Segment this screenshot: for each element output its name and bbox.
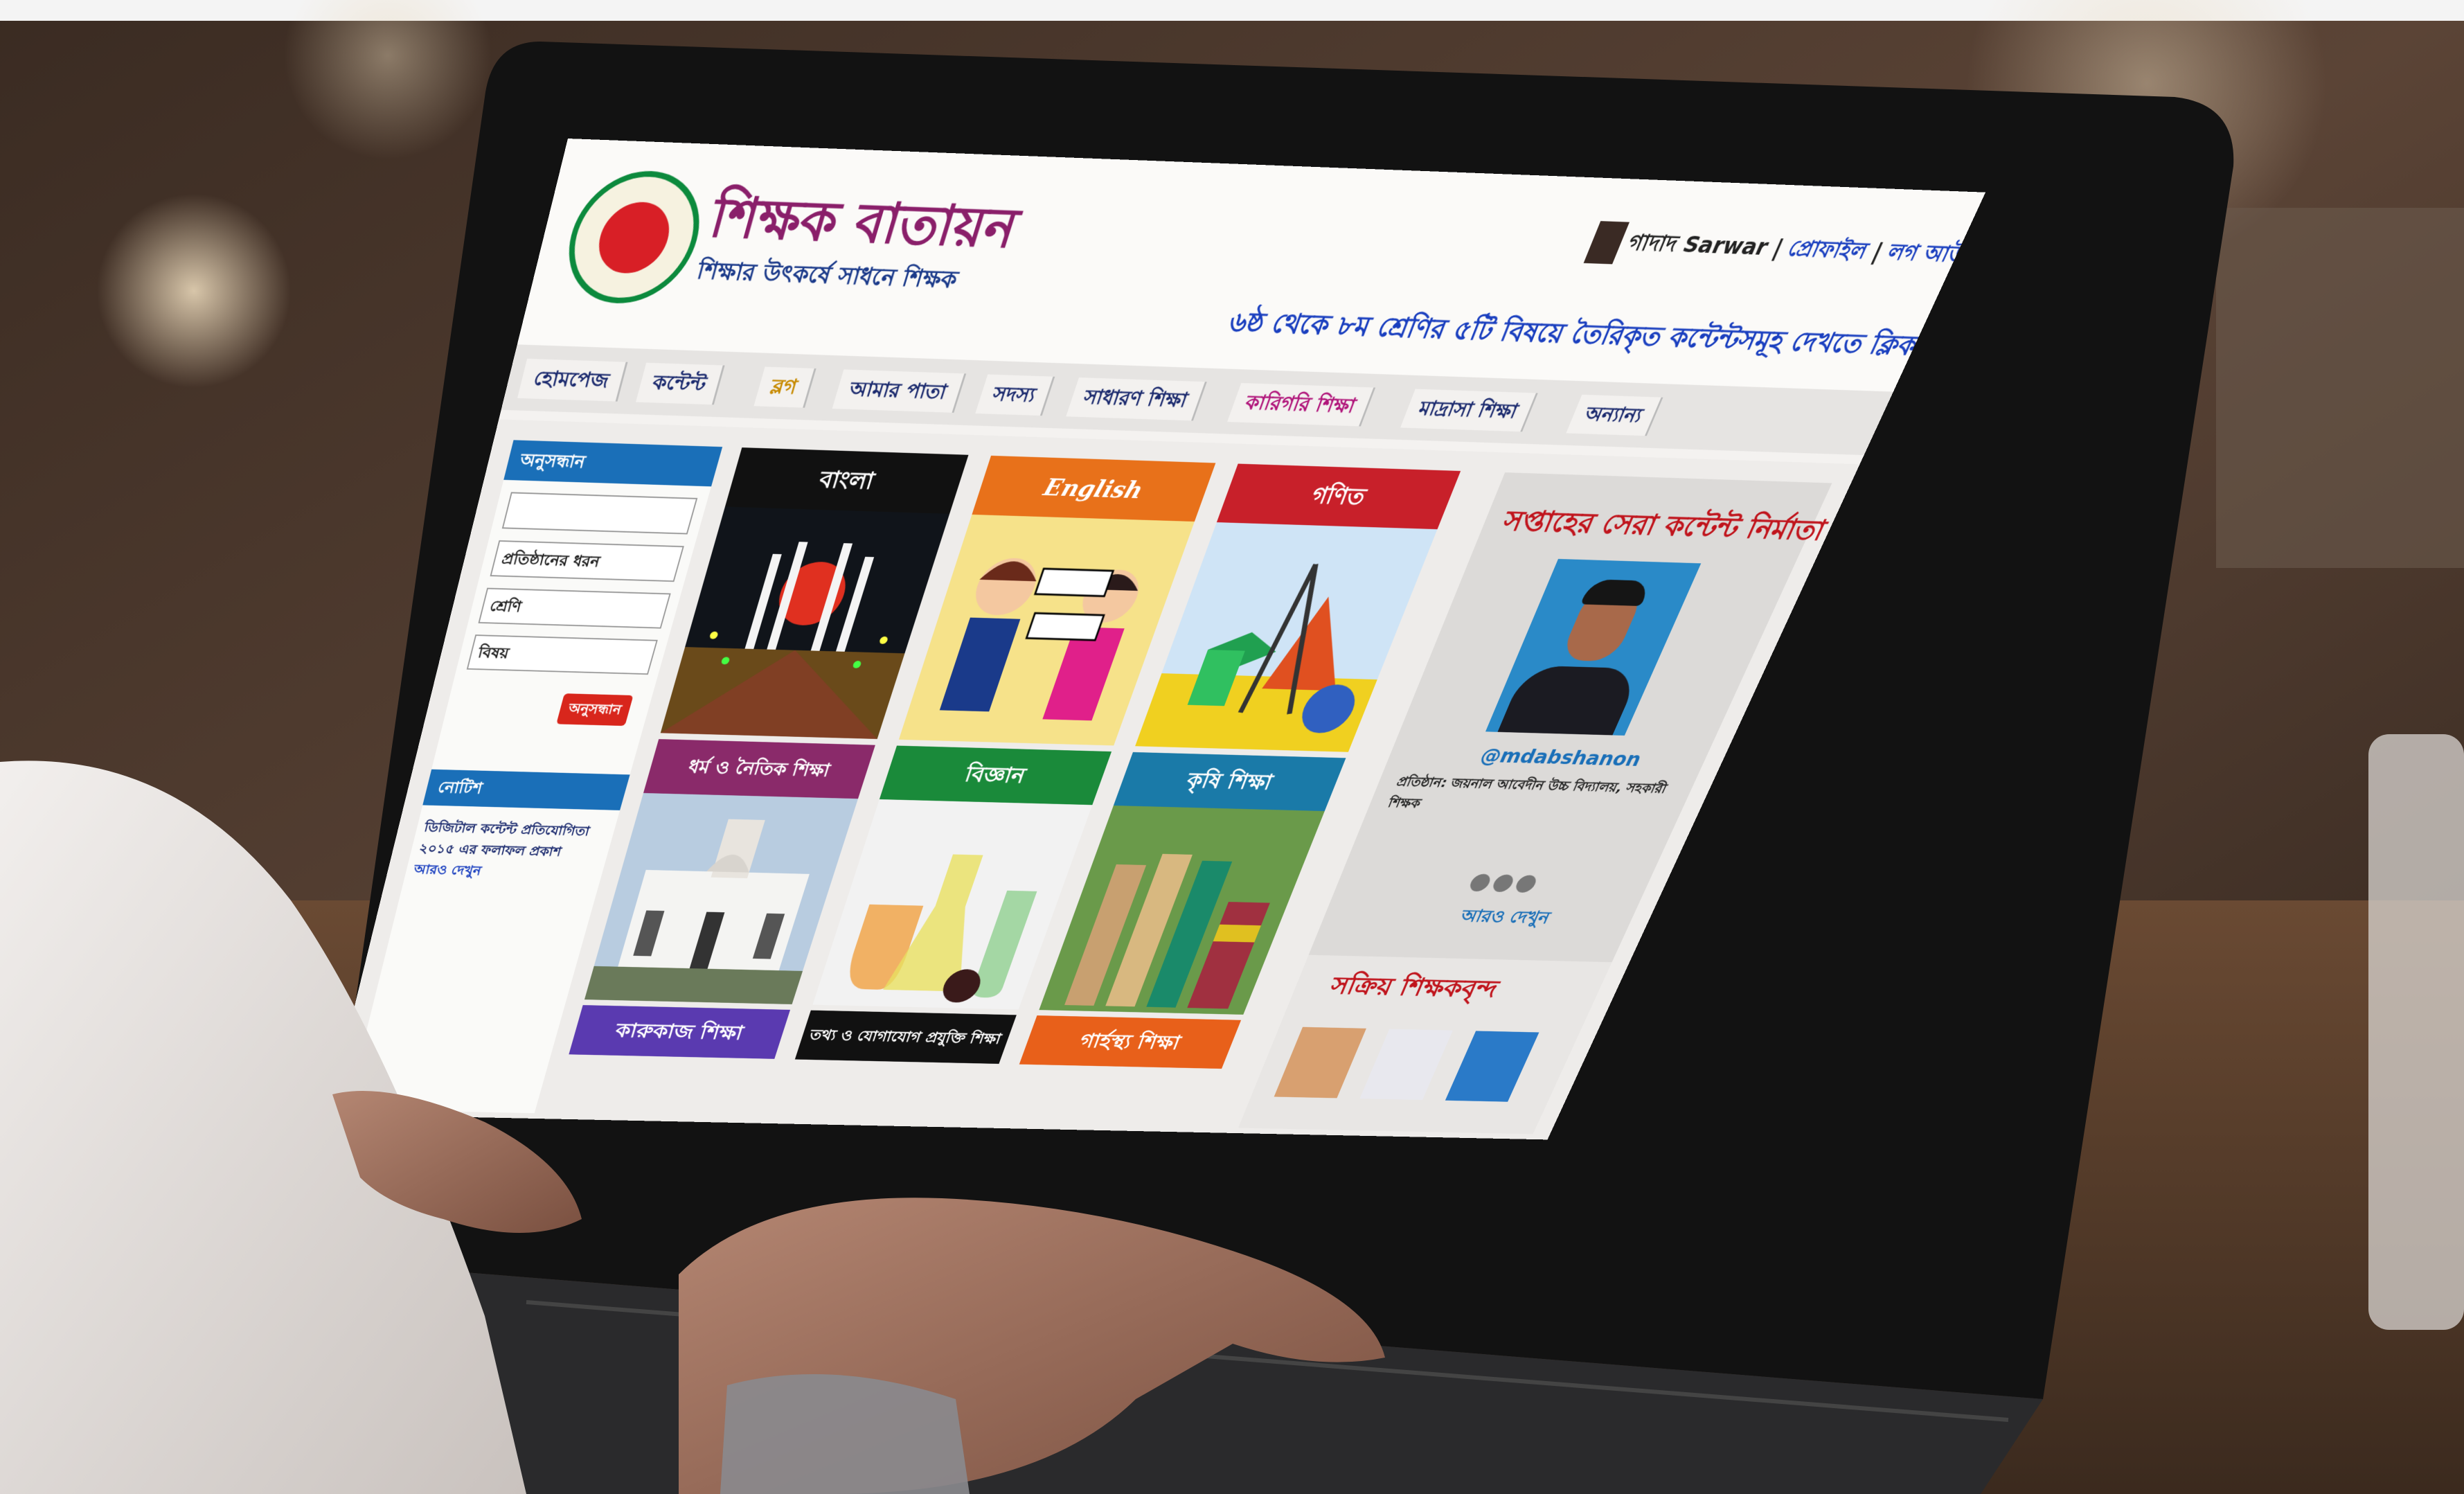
wristwatch xyxy=(720,1374,970,1494)
hands-overlay xyxy=(0,761,1385,1494)
photo-scene: শিক্ষক বাতায়ন শিক্ষার উৎকর্ষে সাধনে শিক… xyxy=(0,0,2464,1494)
